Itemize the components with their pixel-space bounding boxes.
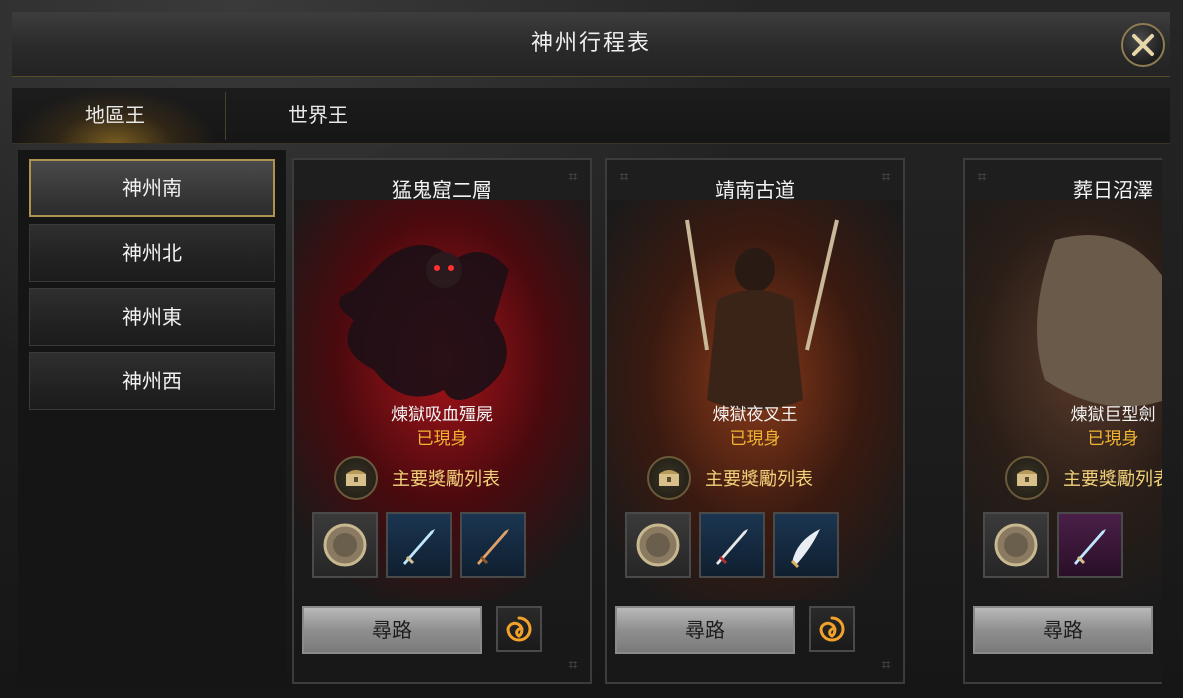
reward-list-label: 主要獎勵列表 — [705, 469, 813, 490]
reward-item-slot[interactable] — [386, 512, 452, 578]
tab-underline — [12, 143, 1170, 144]
shield-icon — [994, 523, 1038, 567]
region-label: 神州西 — [122, 369, 182, 393]
region-item-south[interactable]: 神州南 — [29, 159, 275, 217]
reward-list-label: 主要獎勵列表 — [392, 469, 500, 490]
corner-ornament: ⌗ — [881, 655, 891, 674]
reward-list-button[interactable]: 主要獎勵列表 — [647, 456, 813, 500]
close-button[interactable] — [1121, 23, 1165, 67]
corner-ornament: ⌗ — [568, 655, 578, 674]
reward-list-button[interactable]: 主要獎勵列表 — [1005, 456, 1162, 500]
boss-card-list: 猛鬼窟二層 ⌗ ⌗ 煉獄吸血殭屍 已現身 主要獎勵列表 尋路 靖南古道 ⌗ ⌗ … — [292, 158, 1162, 688]
treasure-chest-icon — [1005, 456, 1049, 500]
boss-name: 煉獄巨型劍 — [1070, 405, 1156, 425]
pathfind-button[interactable]: 尋路 — [973, 606, 1153, 654]
reward-item-slot[interactable] — [983, 512, 1049, 578]
reward-items — [312, 512, 526, 578]
shield-icon — [636, 523, 680, 567]
reward-items — [983, 512, 1123, 578]
region-sidebar: 神州南 神州北 神州東 神州西 — [18, 150, 286, 690]
region-label: 神州南 — [122, 176, 182, 200]
region-item-north[interactable]: 神州北 — [29, 224, 275, 282]
tab-bar: 地區王 世界王 — [12, 88, 1170, 144]
reward-item-slot[interactable] — [312, 512, 378, 578]
sword-icon — [477, 529, 509, 565]
boss-name: 煉獄吸血殭屍 — [391, 405, 493, 425]
reward-item-slot[interactable] — [1057, 512, 1123, 578]
corner-ornament: ⌗ — [568, 167, 578, 186]
corner-ornament: ⌗ — [619, 167, 629, 186]
region-label: 神州北 — [122, 241, 182, 265]
sword-icon — [1074, 529, 1106, 565]
boss-location: 靖南古道 — [715, 178, 795, 202]
reward-items — [625, 512, 839, 578]
tab-world-boss[interactable]: 世界王 — [226, 88, 410, 144]
pathfind-button[interactable]: 尋路 — [302, 606, 482, 654]
boss-status: 已現身 — [416, 429, 468, 449]
reward-list-label: 主要獎勵列表 — [1063, 469, 1162, 490]
shield-icon — [323, 523, 367, 567]
sword-icon — [716, 529, 748, 565]
reward-list-button[interactable]: 主要獎勵列表 — [334, 456, 500, 500]
reward-item-slot[interactable] — [773, 512, 839, 578]
auto-travel-button[interactable] — [809, 606, 855, 652]
swirl-icon — [819, 616, 845, 642]
boss-card: 葬日沼澤 ⌗ 煉獄巨型劍 已現身 主要獎勵列表 尋路 — [963, 158, 1162, 684]
boss-location: 猛鬼窟二層 — [392, 178, 492, 202]
treasure-chest-icon — [334, 456, 378, 500]
tab-region-boss[interactable]: 地區王 — [12, 88, 218, 144]
pathfind-button[interactable]: 尋路 — [615, 606, 795, 654]
sword-icon — [403, 529, 435, 565]
auto-travel-button[interactable] — [496, 606, 542, 652]
reward-item-slot[interactable] — [699, 512, 765, 578]
tab-label: 地區王 — [85, 103, 145, 127]
boss-card: 猛鬼窟二層 ⌗ ⌗ 煉獄吸血殭屍 已現身 主要獎勵列表 尋路 — [292, 158, 592, 684]
corner-ornament: ⌗ — [977, 167, 987, 186]
region-item-east[interactable]: 神州東 — [29, 288, 275, 346]
boss-location: 葬日沼澤 — [1073, 178, 1153, 202]
scimitar-icon — [790, 529, 820, 569]
region-item-west[interactable]: 神州西 — [29, 352, 275, 410]
region-label: 神州東 — [122, 305, 182, 329]
boss-status: 已現身 — [1087, 429, 1139, 449]
corner-ornament: ⌗ — [881, 167, 891, 186]
swirl-icon — [506, 616, 532, 642]
boss-name: 煉獄夜叉王 — [712, 405, 798, 425]
window-title: 神州行程表 — [530, 31, 651, 56]
treasure-chest-icon — [647, 456, 691, 500]
tab-label: 世界王 — [288, 103, 348, 127]
close-icon — [1132, 34, 1154, 56]
boss-schedule-window: 神州行程表 地區王 世界王 神州南 神州北 神州東 神州西 猛鬼窟二層 ⌗ ⌗ … — [0, 0, 1183, 698]
boss-card: 靖南古道 ⌗ ⌗ ⌗ 煉獄夜叉王 已現身 主要獎勵列表 尋路 — [605, 158, 905, 684]
title-bar: 神州行程表 — [12, 12, 1170, 77]
reward-item-slot[interactable] — [625, 512, 691, 578]
boss-status: 已現身 — [729, 429, 781, 449]
reward-item-slot[interactable] — [460, 512, 526, 578]
